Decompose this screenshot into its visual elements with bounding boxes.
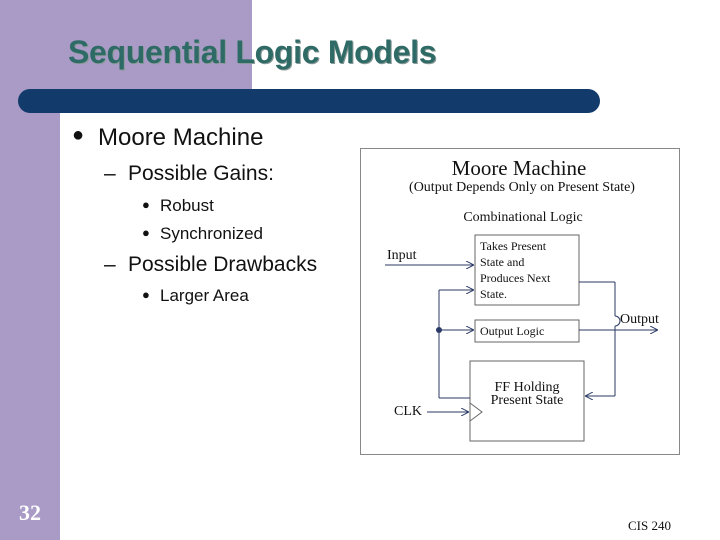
- bullet-main-text: Moore Machine: [98, 124, 264, 151]
- bullet-dot-icon: ●: [72, 124, 85, 146]
- output-logic-label: Output Logic: [480, 324, 544, 338]
- diagram-subtitle: (Output Depends Only on Present State): [409, 180, 635, 195]
- input-label: Input: [387, 248, 417, 263]
- next-state-line: State and: [480, 255, 524, 269]
- next-state-line: Produces Next: [480, 271, 551, 285]
- left-decor-band: [0, 0, 60, 540]
- diagram-title: Moore Machine: [452, 156, 587, 180]
- dash-icon: –: [104, 253, 116, 276]
- slide-number: 32: [19, 500, 41, 525]
- drawbacks-heading: Possible Drawbacks: [128, 253, 318, 276]
- bullet-dot-icon: ●: [142, 287, 150, 302]
- title-underline-bar: [18, 89, 600, 113]
- dash-icon: –: [104, 162, 116, 185]
- gains-heading: Possible Gains:: [128, 162, 274, 185]
- bullet-dot-icon: ●: [142, 225, 150, 240]
- clk-label: CLK: [394, 404, 422, 419]
- footer-course-code: CIS 240: [628, 518, 671, 533]
- next-state-line: Takes Present: [480, 239, 547, 253]
- drawback-larger-area: Larger Area: [160, 286, 249, 305]
- combinational-label: Combinational Logic: [463, 210, 582, 225]
- output-label: Output: [620, 312, 659, 327]
- diagram-svg: Moore Machine (Output Depends Only on Pr…: [385, 156, 659, 442]
- moore-machine-diagram: Moore Machine (Output Depends Only on Pr…: [360, 148, 680, 455]
- ff-label-line2: Present State: [491, 393, 564, 408]
- slide-title: Sequential Logic Models: [68, 34, 437, 70]
- next-state-line: State.: [480, 287, 507, 301]
- junction-dot: [436, 327, 442, 333]
- bullet-dot-icon: ●: [142, 197, 150, 212]
- gain-synchronized: Synchronized: [160, 224, 264, 243]
- gain-robust: Robust: [160, 196, 214, 215]
